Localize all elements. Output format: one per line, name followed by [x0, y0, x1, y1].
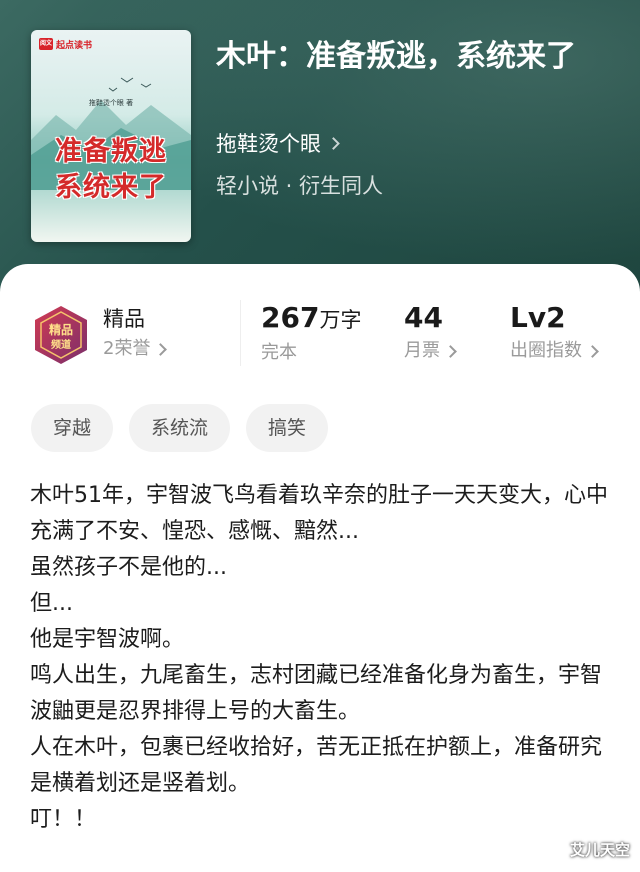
honor-count: 2荣誉: [103, 334, 168, 364]
quality-channel-badge-icon: 精品 频道: [35, 306, 87, 364]
svg-text:精品: 精品: [49, 322, 73, 337]
tag-list: 穿越 系统流 搞笑: [31, 404, 329, 452]
author-name: 拖鞋烫个眼: [216, 132, 321, 156]
description-line: 叮！！: [30, 807, 97, 832]
book-genre: 轻小说 · 衍生同人: [216, 174, 384, 198]
description-line: 虽然孩子不是他的...: [30, 555, 227, 580]
chevron-right-icon: [444, 344, 457, 358]
honor-label: 精品: [103, 307, 145, 331]
tag-chip[interactable]: 系统流: [129, 404, 231, 452]
word-count-stat: 267万字 完本: [261, 300, 361, 368]
chevron-right-icon: [327, 136, 340, 150]
description-line: 木叶51年，宇智波飞鸟看着玖辛奈的肚子一天天变大，心中充满了不安、惶恐、感慨、黯…: [30, 483, 608, 544]
cover-author: 拖鞋烫个眼 著: [88, 99, 134, 107]
monthly-ticket-label: 月票: [404, 336, 457, 366]
tag-chip[interactable]: 搞笑: [246, 404, 329, 452]
author-link[interactable]: 拖鞋烫个眼: [216, 128, 340, 158]
cover-publisher-badge: 阅文 起点读书: [39, 38, 93, 51]
book-title: 木叶：准备叛逃，系统来了: [216, 39, 576, 74]
description-line: 鸣人出生，九尾畜生，志村团藏已经准备化身为畜生，宇智波鼬更是忍界排得上号的大畜生…: [30, 663, 603, 724]
cover-title: 准备叛逃 系统来了: [55, 136, 167, 203]
popularity-index-label: 出圈指数: [510, 336, 599, 366]
svg-text:频道: 频道: [51, 338, 71, 351]
stats-divider: [240, 300, 241, 366]
completion-status: 完本: [261, 342, 297, 363]
tag-chip[interactable]: 穿越: [31, 404, 114, 452]
chevron-right-icon: [586, 344, 599, 358]
book-cover[interactable]: 阅文 起点读书 拖鞋烫个眼 著 准备叛逃 系统来了: [31, 30, 191, 242]
description-line: 但...: [30, 591, 73, 616]
popularity-index-stat[interactable]: Lv2 出圈指数: [510, 300, 599, 366]
watermark: 艾儿天空: [569, 841, 630, 859]
chevron-right-icon: [154, 342, 168, 356]
book-description: 木叶51年，宇智波飞鸟看着玖辛奈的肚子一天天变大，心中充满了不安、惶恐、感慨、黯…: [30, 478, 615, 838]
honor-stat[interactable]: 精品 频道 精品 2荣誉: [31, 304, 168, 366]
book-info-card: 精品 频道 精品 2荣誉 267万字 完本 44 月票 Lv2 出圈指数 穿越 …: [0, 264, 640, 872]
monthly-ticket-stat[interactable]: 44 月票: [404, 300, 457, 366]
description-line: 他是宇智波啊。: [30, 627, 185, 652]
description-line: 人在木叶，包裹已经收拾好，苦无正抵在护额上，准备研究是横着划还是竖着划。: [30, 735, 603, 796]
